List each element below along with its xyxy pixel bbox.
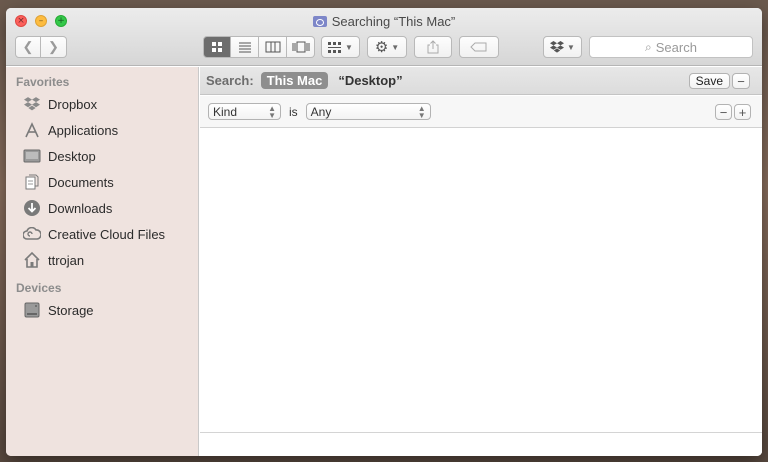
sidebar-item-label: Downloads [48,200,113,216]
home-icon [23,251,41,269]
dropbox-button[interactable]: ▼ [543,36,582,58]
updown-arrows-icon: ▲ ▼ [417,103,426,120]
sidebar-item-storage[interactable]: Storage [6,297,198,323]
tag-icon [470,42,487,52]
search-scope-bar: Search: This Mac “Desktop” Save − [200,67,762,95]
finder-window: × – + Searching “This Mac” ❮ ❯ ▼ ⚙ ▼ ▼ ⌕… [6,8,762,456]
chevron-down-icon: ▼ [567,42,575,52]
icon-view-icon [212,42,222,52]
search-placeholder: Search [655,39,697,55]
sidebar-heading-favorites: Favorites [16,75,70,89]
chevron-down-icon: ▼ [345,42,353,52]
main-content: Search: This Mac “Desktop” Save − Kind ▲… [200,67,762,456]
desktop-icon [23,147,41,165]
sidebar: Favorites Dropbox Applications Desktop D… [6,67,199,456]
plus-icon: + [738,104,747,120]
dropbox-icon [23,95,41,113]
list-view-button[interactable] [231,36,259,58]
sidebar-item-label: Storage [48,302,94,318]
sidebar-item-documents[interactable]: Documents [6,169,198,195]
creative-cloud-icon [23,225,41,243]
close-search-button[interactable]: − [732,73,750,89]
arrange-grid-icon [328,41,342,53]
sidebar-item-label: Documents [48,174,114,190]
sidebar-item-desktop[interactable]: Desktop [6,143,198,169]
search-scope-label: Search: [206,73,254,88]
cover-flow-button[interactable] [287,36,315,58]
window-title-area: Searching “This Mac” [6,14,762,29]
icon-view-button[interactable] [203,36,231,58]
list-view-icon [238,42,251,53]
sidebar-item-label: Desktop [48,148,96,164]
smart-folder-icon [312,16,327,27]
search-field[interactable]: ⌕ Search [589,36,753,58]
sidebar-item-label: ttrojan [48,252,85,268]
column-view-button[interactable] [259,36,287,58]
sidebar-item-label: Dropbox [48,96,98,112]
chevron-left-icon: ❮ [22,39,34,54]
arrange-button[interactable]: ▼ [321,36,360,58]
criteria-attribute-value: Kind [213,104,238,119]
view-mode-buttons [203,36,315,58]
chevron-down-icon: ▼ [391,42,400,52]
dropbox-icon [550,41,565,53]
scope-desktop-button[interactable]: “Desktop” [338,73,402,88]
window-title: Searching “This Mac” [331,14,456,29]
criteria-attribute-popup[interactable]: Kind ▲ ▼ [208,103,281,120]
sidebar-heading-devices: Devices [16,281,62,295]
minus-icon: − [719,104,728,120]
cover-flow-icon [292,41,309,53]
downloads-icon [23,199,41,217]
criteria-value: Any [310,104,332,119]
search-criteria-row: Kind ▲ ▼ is Any ▲ ▼ − + [200,96,762,128]
chevron-right-icon: ❯ [48,39,59,54]
criteria-operator: is [289,104,298,119]
search-icon: ⌕ [645,39,652,54]
documents-icon [23,173,41,191]
sidebar-item-ttrojan[interactable]: ttrojan [6,247,198,273]
titlebar: × – + Searching “This Mac” ❮ ❯ ▼ ⚙ ▼ ▼ ⌕… [6,8,762,66]
column-view-icon [265,41,280,53]
sidebar-item-applications[interactable]: Applications [6,117,198,143]
sidebar-item-label: Creative Cloud Files [48,226,166,242]
remove-criteria-button[interactable]: − [715,104,732,120]
tag-button[interactable] [459,36,499,58]
add-criteria-button[interactable]: + [734,104,751,120]
gear-icon: ⚙ [374,39,389,56]
sidebar-item-dropbox[interactable]: Dropbox [6,91,198,117]
criteria-value-popup[interactable]: Any ▲ ▼ [305,103,431,120]
back-button[interactable]: ❮ [15,36,41,58]
sidebar-item-creative-cloud-files[interactable]: Creative Cloud Files [6,221,198,247]
sidebar-item-label: Applications [48,122,119,138]
disk-icon [23,301,41,319]
save-search-button[interactable]: Save [688,73,730,89]
minus-icon: − [737,73,745,89]
action-button[interactable]: ⚙ ▼ [367,36,407,58]
forward-button[interactable]: ❯ [41,36,67,58]
sidebar-item-downloads[interactable]: Downloads [6,195,198,221]
status-bar [200,432,762,456]
scope-this-mac-button[interactable]: This Mac [260,72,329,89]
share-button[interactable] [414,36,452,58]
navigation-buttons: ❮ ❯ [15,36,67,58]
share-icon [427,40,439,54]
updown-arrows-icon: ▲ ▼ [268,103,276,120]
applications-icon [23,121,41,139]
